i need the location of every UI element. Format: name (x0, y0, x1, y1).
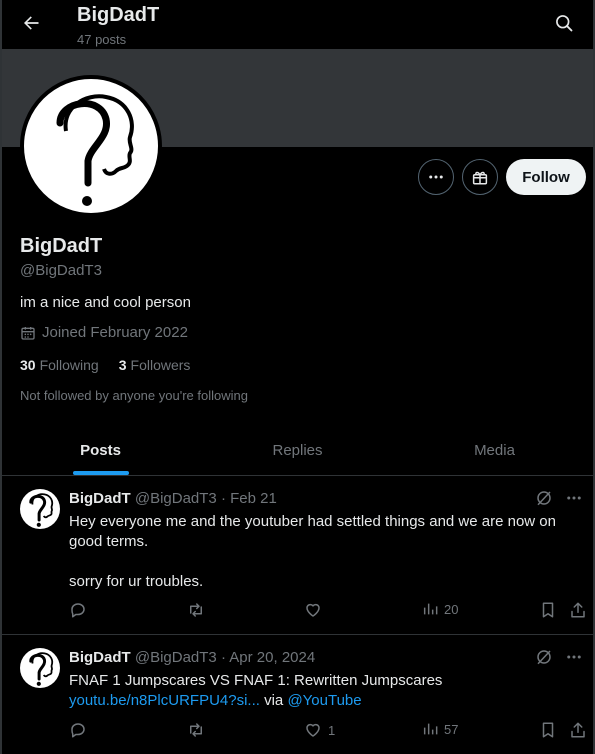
question-head-logo (29, 493, 54, 527)
join-date-text: Joined February 2022 (42, 324, 188, 341)
subscribe-button[interactable] (462, 159, 498, 195)
reply-icon (71, 723, 85, 738)
views-icon (423, 723, 438, 735)
post-text: FNAF 1 Jumpscares VS FNAF 1: Rewritten J… (69, 672, 443, 709)
repost-button[interactable] (187, 601, 211, 619)
post-top-actions (535, 489, 583, 507)
back-button[interactable] (14, 6, 48, 40)
top-bar: BigDadT 47 posts (2, 0, 593, 49)
profile-page: BigDadT 47 posts Follow BigDadT @BigDadT… (0, 0, 595, 754)
post-author-handle[interactable]: @BigDadT3 (135, 490, 217, 507)
tab-posts[interactable]: Posts (2, 426, 199, 475)
display-name: BigDadT (20, 235, 103, 257)
views-button[interactable]: 57 (422, 721, 458, 737)
share-button[interactable] (569, 601, 587, 619)
views-icon (423, 603, 438, 615)
post-link[interactable]: youtu.be/n8PlcURFPU4?si... (69, 692, 260, 709)
post-avatar[interactable] (20, 648, 60, 688)
reply-icon (71, 603, 85, 618)
calendar-icon (20, 325, 36, 341)
reply-button[interactable] (69, 601, 93, 619)
post-actions: 20 (69, 601, 587, 623)
reply-button[interactable] (69, 721, 93, 739)
share-button[interactable] (569, 721, 587, 739)
post-date[interactable]: Feb 21 (230, 490, 277, 507)
repost-icon (190, 603, 202, 617)
more-icon[interactable] (565, 489, 583, 507)
mention-link[interactable]: @YouTube (287, 692, 361, 709)
bookmark-button[interactable] (539, 601, 557, 619)
question-head-logo (29, 652, 54, 686)
repost-icon (190, 723, 202, 737)
avatar[interactable] (20, 75, 162, 217)
post-date[interactable]: Apr 20, 2024 (229, 649, 315, 666)
bio: im a nice and cool person (20, 294, 191, 311)
search-button[interactable] (549, 8, 579, 38)
post-author-name[interactable]: BigDadT (69, 649, 131, 666)
not-followed-note: Not followed by anyone you're following (20, 388, 248, 403)
share-icon (571, 602, 585, 618)
more-icon (427, 168, 445, 186)
grok-icon[interactable] (535, 489, 553, 507)
follow-button[interactable]: Follow (506, 159, 586, 195)
like-button[interactable] (304, 601, 328, 619)
more-icon[interactable] (565, 648, 583, 666)
post-author-handle[interactable]: @BigDadT3 (135, 649, 217, 666)
search-icon (554, 13, 574, 33)
like-button[interactable]: 1 (304, 721, 335, 739)
more-options-button[interactable] (418, 159, 454, 195)
post-avatar[interactable] (20, 489, 60, 529)
post-item[interactable]: BigDadT @BigDadT3 · Apr 20, 2024 FNAF 1 … (2, 636, 593, 754)
heart-icon (306, 603, 320, 617)
following-link[interactable]: 30 Following (20, 357, 99, 373)
post-header: BigDadT @BigDadT3 · Apr 20, 2024 (69, 649, 316, 666)
followers-link[interactable]: 3 Followers (119, 357, 191, 373)
arrow-left-icon (21, 13, 41, 33)
post-header: BigDadT @BigDadT3 · Feb 21 (69, 490, 277, 507)
user-handle: @BigDadT3 (20, 262, 102, 279)
post-text: Hey everyone me and the youtuber had set… (69, 513, 556, 590)
post-actions: 1 57 (69, 721, 587, 743)
post-count: 47 posts (77, 32, 127, 47)
post-item[interactable]: BigDadT @BigDadT3 · Feb 21 Hey everyone … (2, 477, 593, 635)
question-head-logo (56, 94, 134, 206)
post-top-actions (535, 648, 583, 666)
bookmark-button[interactable] (539, 721, 557, 739)
profile-tabs: Posts Replies Media (2, 426, 593, 476)
share-icon (571, 722, 585, 738)
tab-media[interactable]: Media (396, 426, 593, 475)
follow-counts: 30 Following 3 Followers (20, 357, 190, 373)
gift-icon (471, 168, 489, 186)
active-tab-indicator (72, 471, 129, 475)
header-title: BigDadT (77, 4, 160, 26)
views-button[interactable]: 20 (422, 601, 458, 617)
repost-button[interactable] (187, 721, 211, 739)
join-date: Joined February 2022 (20, 324, 188, 341)
post-author-name[interactable]: BigDadT (69, 490, 131, 507)
tab-replies[interactable]: Replies (199, 426, 396, 475)
heart-icon (306, 723, 320, 737)
grok-icon[interactable] (535, 648, 553, 666)
bookmark-icon (542, 722, 554, 738)
bookmark-icon (542, 602, 554, 618)
